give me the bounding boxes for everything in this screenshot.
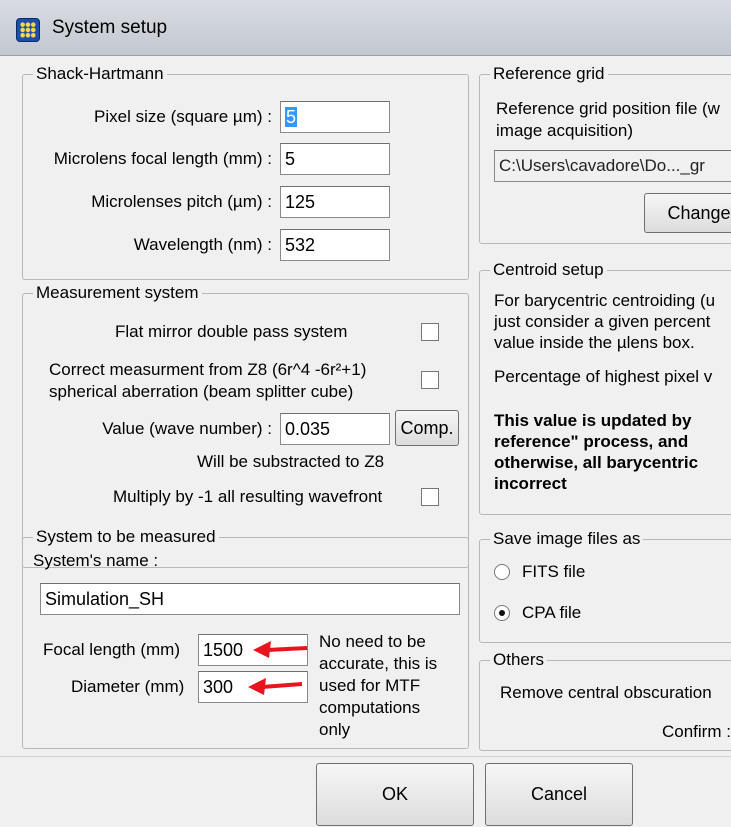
reference-grid-desc-line2: image acquisition) bbox=[496, 121, 634, 140]
centroid-setup-group: Centroid setup For barycentric centroidi… bbox=[479, 259, 731, 515]
system-name-label: System's name : bbox=[33, 551, 159, 570]
system-measured-legend: System to be measured bbox=[33, 526, 219, 548]
change-button[interactable]: Change bbox=[644, 193, 731, 233]
fits-file-radio[interactable] bbox=[494, 564, 510, 580]
microlenses-pitch-label: Microlenses pitch (µm) : bbox=[91, 192, 272, 211]
save-images-group: Save image files as FITS file CPA file bbox=[479, 528, 731, 643]
subtracted-note: Will be substracted to Z8 bbox=[197, 452, 385, 471]
correct-z8-label-line1: Correct measurment from Z8 (6r^4 -6r²+1) bbox=[49, 360, 367, 379]
centroid-desc-line1: For barycentric centroiding (u bbox=[494, 291, 716, 310]
cpa-file-radio[interactable] bbox=[494, 605, 510, 621]
reference-grid-legend: Reference grid bbox=[490, 63, 608, 85]
centroid-desc-line3: value inside the µlens box. bbox=[494, 333, 695, 352]
wave-number-input[interactable]: 0.035 bbox=[280, 413, 390, 445]
reference-grid-desc-line1: Reference grid position file (w bbox=[496, 99, 720, 118]
focal-length-arrow-icon bbox=[253, 641, 308, 658]
multiply-label: Multiply by -1 all resulting wavefront bbox=[113, 487, 383, 506]
dialog-client: Shack-Hartmann Pixel size (square µm) : … bbox=[0, 56, 731, 827]
others-legend: Others bbox=[490, 649, 548, 671]
centroid-warning-line2: reference" process, and bbox=[494, 432, 689, 451]
confirm-label: Confirm : bbox=[662, 722, 731, 741]
pixel-size-value: 5 bbox=[285, 107, 298, 127]
wavelength-label: Wavelength (nm) : bbox=[133, 235, 272, 254]
title-bar: System setup bbox=[0, 0, 731, 56]
reference-grid-file-field[interactable]: C:\Users\cavadore\Do..._gr bbox=[494, 150, 731, 182]
flat-mirror-label: Flat mirror double pass system bbox=[115, 322, 348, 341]
diameter-arrow-icon bbox=[248, 678, 303, 695]
microlens-focal-length-label: Microlens focal length (mm) : bbox=[53, 149, 272, 168]
mtf-note-line2: accurate, this is bbox=[319, 654, 438, 673]
mtf-note-line4: computations bbox=[319, 698, 421, 717]
system-name-input[interactable]: Simulation_SH bbox=[40, 583, 460, 615]
correct-z8-checkbox[interactable] bbox=[421, 371, 439, 389]
mtf-note-line3: used for MTF bbox=[319, 676, 421, 695]
pixel-size-label: Pixel size (square µm) : bbox=[94, 107, 272, 126]
ok-button[interactable]: OK bbox=[316, 763, 474, 826]
flat-mirror-checkbox[interactable] bbox=[421, 323, 439, 341]
cpa-file-label: CPA file bbox=[522, 603, 582, 622]
fits-file-label: FITS file bbox=[522, 562, 586, 581]
diameter-label: Diameter (mm) bbox=[71, 677, 185, 696]
microlenses-pitch-input[interactable]: 125 bbox=[280, 186, 390, 218]
wave-number-label: Value (wave number) : bbox=[102, 419, 272, 438]
system-measured-group: System to be measured System's name : Si… bbox=[22, 526, 469, 749]
central-obscuration-label: Remove central obscuration bbox=[500, 683, 712, 702]
microlens-focal-length-input[interactable]: 5 bbox=[280, 143, 390, 175]
multiply-checkbox[interactable] bbox=[421, 488, 439, 506]
mtf-note-line1: No need to be bbox=[319, 632, 426, 651]
shack-hartmann-legend: Shack-Hartmann bbox=[33, 63, 167, 85]
centroid-warning-line3: otherwise, all barycentric bbox=[494, 453, 699, 472]
wavelength-input[interactable]: 532 bbox=[280, 229, 390, 261]
centroid-desc-line2: just consider a given percent bbox=[494, 312, 711, 331]
measurement-system-legend: Measurement system bbox=[33, 282, 202, 304]
correct-z8-label-line2: spherical aberration (beam splitter cube… bbox=[49, 382, 354, 401]
comp-button[interactable]: Comp. bbox=[395, 410, 459, 446]
button-bar: OK Cancel bbox=[0, 756, 731, 827]
others-group: Others Remove central obscuration Confir… bbox=[479, 649, 731, 751]
mtf-note-line5: only bbox=[319, 720, 351, 739]
focal-length-label: Focal length (mm) bbox=[43, 640, 180, 659]
app-icon bbox=[16, 18, 40, 42]
percentage-label: Percentage of highest pixel v bbox=[494, 367, 713, 386]
save-images-legend: Save image files as bbox=[490, 528, 644, 550]
centroid-setup-legend: Centroid setup bbox=[490, 259, 607, 281]
centroid-warning-line1: This value is updated by bbox=[494, 411, 692, 430]
pixel-size-input[interactable]: 5 bbox=[280, 101, 390, 133]
centroid-warning-line4: incorrect bbox=[494, 474, 567, 493]
window-title: System setup bbox=[52, 17, 168, 38]
cancel-button[interactable]: Cancel bbox=[485, 763, 633, 826]
shack-hartmann-group: Shack-Hartmann Pixel size (square µm) : … bbox=[22, 63, 469, 280]
reference-grid-group: Reference grid Reference grid position f… bbox=[479, 63, 731, 244]
